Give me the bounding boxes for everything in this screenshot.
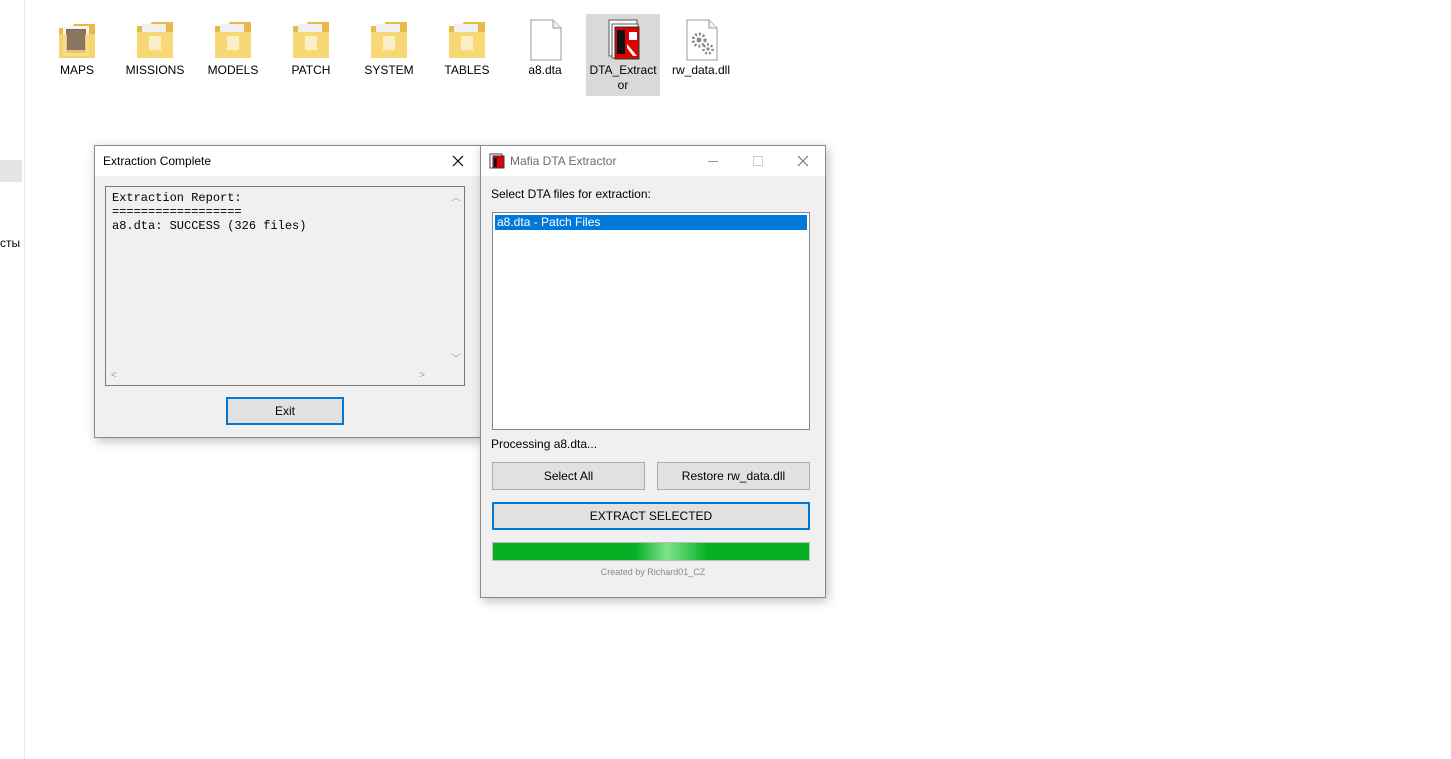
file-label: MISSIONS [125,63,185,77]
folder-icon [137,22,173,58]
file-label: SYSTEM [364,63,414,77]
file-label: TABLES [444,63,490,77]
horizontal-scrollbar[interactable]: < > [106,368,447,385]
status-label: Processing a8.dta... [491,437,598,451]
file-label: MAPS [59,63,94,77]
dta-file-listbox[interactable]: a8.dta - Patch Files [492,212,810,430]
nav-selected-item[interactable] [0,160,22,182]
progress-bar [492,542,810,561]
folder-icon [371,22,407,58]
file-label: MODELS [207,63,259,77]
app-icon [489,153,505,169]
scroll-down-icon[interactable]: ﹀ [451,350,461,365]
extraction-complete-dialog: Extraction Complete Extraction Report: =… [94,145,481,438]
extract-selected-button[interactable]: EXTRACT SELECTED [492,502,810,530]
file-label: rw_data.dll [671,63,731,77]
minimize-button[interactable] [690,146,735,176]
close-button[interactable] [780,146,825,176]
file-label: a8.dta [528,63,562,77]
app-icon [608,19,640,60]
close-button[interactable] [435,146,480,176]
maximize-button[interactable] [735,146,780,176]
scroll-corner [447,368,464,385]
folder-icon [59,24,95,58]
report-textbox[interactable]: Extraction Report: ================== a8… [105,186,465,386]
scroll-right-icon[interactable]: > [419,370,425,381]
file-item-dta-extractor[interactable]: DTA_Extract or [586,14,660,96]
credit-label: Created by Richard01_CZ [600,567,706,577]
list-item[interactable]: a8.dta - Patch Files [495,215,807,230]
folder-icon [449,22,485,58]
file-item-system[interactable]: SYSTEM [352,14,426,96]
file-item-patch[interactable]: PATCH [274,14,348,96]
close-icon [452,155,463,167]
blank-file-icon [530,19,562,61]
dll-file-icon [686,19,718,61]
minimize-icon [707,161,718,162]
instruction-label: Select DTA files for extraction: [491,187,651,201]
exit-button[interactable]: Exit [226,397,344,425]
select-all-button[interactable]: Select All [492,462,645,490]
window-title: Mafia DTA Extractor [510,154,617,168]
folder-icon [293,22,329,58]
scroll-left-icon[interactable]: < [111,370,117,381]
file-item-tables[interactable]: TABLES [430,14,504,96]
navigation-pane [0,0,25,759]
progress-fill [493,543,809,560]
maximize-icon [752,156,763,166]
scroll-up-icon[interactable]: ︿ [451,189,461,204]
file-item-a8-dta[interactable]: a8.dta [508,14,582,96]
title-bar[interactable]: Mafia DTA Extractor [481,146,825,176]
file-label: PATCH [291,63,331,77]
report-text: Extraction Report: ================== a8… [112,191,307,233]
close-icon [797,155,808,167]
vertical-scrollbar[interactable]: ︿ ﹀ [447,187,464,367]
nav-item-label[interactable]: сты [0,236,20,250]
title-bar[interactable]: Extraction Complete [95,146,480,176]
file-item-rw-data-dll[interactable]: rw_data.dll [664,14,738,96]
restore-rw-data-button[interactable]: Restore rw_data.dll [657,462,810,490]
file-item-missions[interactable]: MISSIONS [118,14,192,96]
file-label: DTA_Extract or [589,63,657,92]
folder-icon [215,22,251,58]
file-item-maps[interactable]: MAPS [40,14,114,96]
dta-extractor-window: Mafia DTA Extractor Select DTA files for… [480,145,826,598]
file-item-models[interactable]: MODELS [196,14,270,96]
window-title: Extraction Complete [103,154,212,168]
